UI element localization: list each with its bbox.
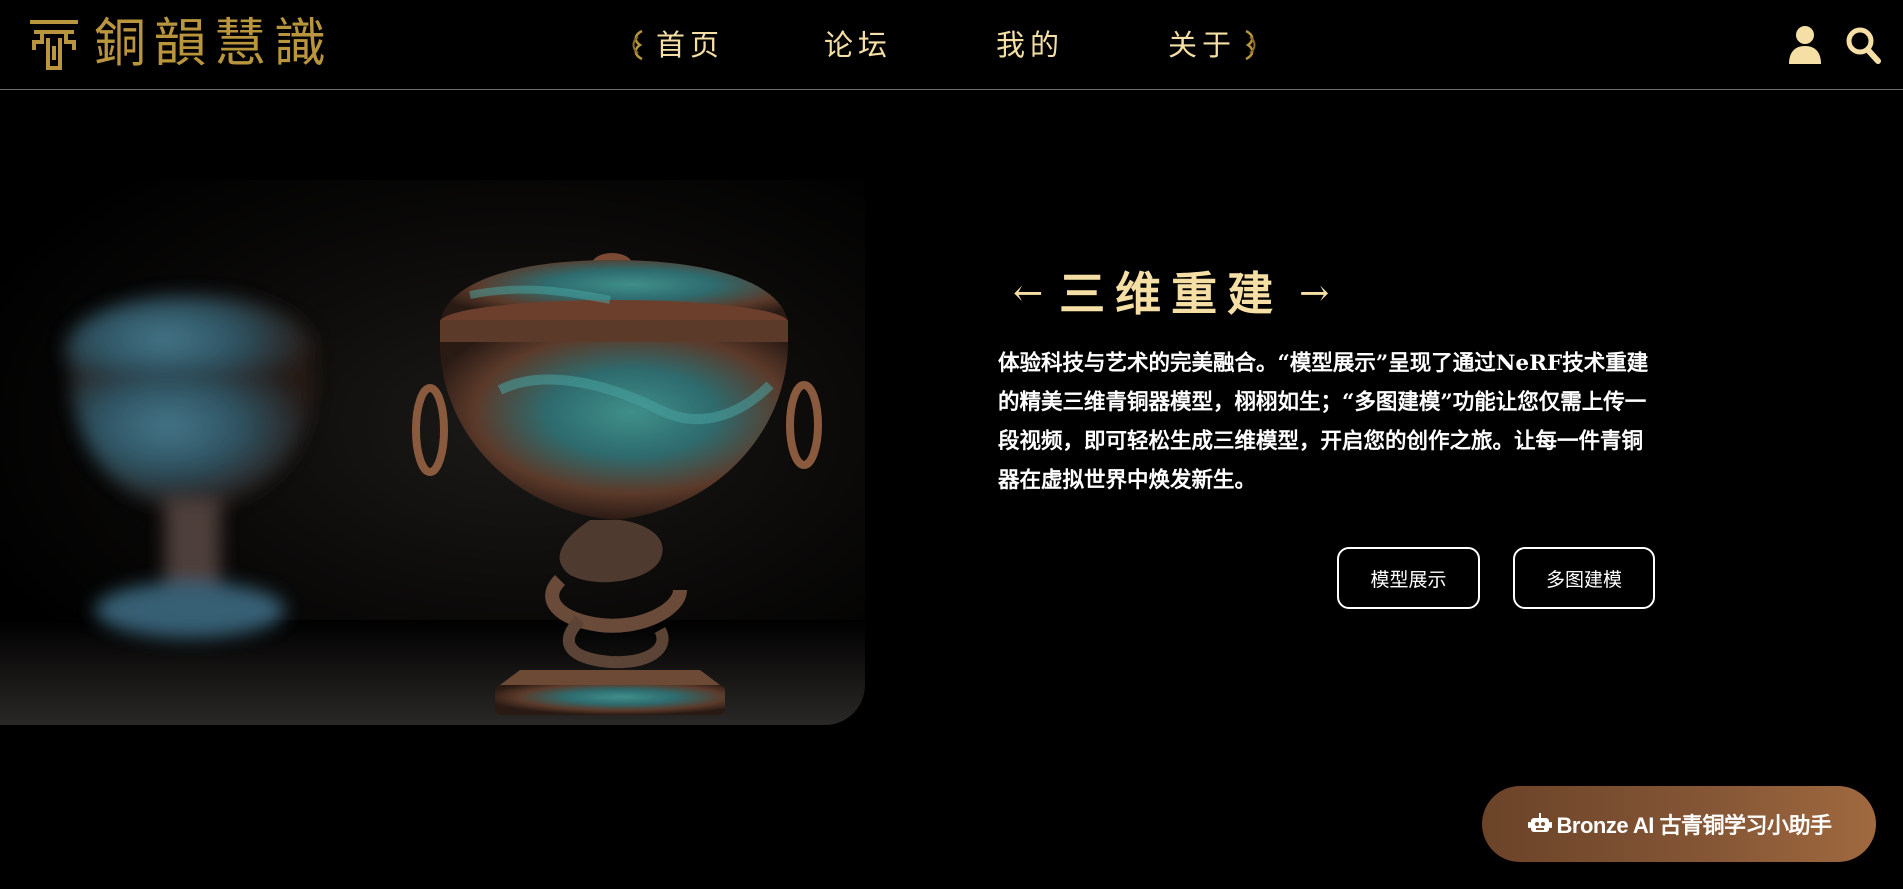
section-title: 三维重建	[1059, 267, 1284, 321]
nav-item-about[interactable]: 关于	[1168, 18, 1236, 72]
section-description: 体验科技与艺术的完美融合。“模型展示”呈现了通过NeRF技术重建的精美三维青铜器…	[998, 351, 1649, 493]
search-icon[interactable]	[1845, 24, 1881, 64]
model-display-button[interactable]: 模型展示	[1337, 547, 1480, 609]
next-arrow-icon[interactable]: →	[1299, 262, 1329, 326]
prev-arrow-icon[interactable]: ←	[1013, 262, 1043, 326]
nav-item-home[interactable]: 首页	[656, 18, 724, 72]
user-icon[interactable]	[1787, 24, 1823, 64]
robot-icon	[1527, 813, 1552, 832]
brand-title: 銅韻慧識	[94, 14, 335, 74]
header-actions	[1787, 24, 1881, 64]
nav-ornament-left-icon	[632, 29, 643, 61]
nav-ornament-right-icon	[1245, 29, 1256, 61]
site-logo[interactable]: 銅韻慧識	[28, 12, 334, 76]
hero-bronze-image	[0, 180, 865, 725]
main-nav: 首页 论坛 我的 关于	[628, 18, 1260, 72]
logo-mark-icon	[30, 20, 78, 70]
ai-assistant-label: Bronze AI 古青铜学习小助手	[1556, 813, 1832, 838]
section-title-row: ← 三维重建 →	[1013, 262, 1329, 326]
ai-assistant-button[interactable]: Bronze AI 古青铜学习小助手	[1482, 786, 1876, 862]
top-navbar: 銅韻慧識 首页 论坛 我的 关于	[0, 0, 1903, 90]
bronze-vessel-illustration	[0, 253, 865, 725]
nav-item-mine[interactable]: 我的	[996, 18, 1064, 72]
nav-item-forum[interactable]: 论坛	[824, 18, 892, 72]
multi-image-modeling-button[interactable]: 多图建模	[1513, 547, 1655, 609]
